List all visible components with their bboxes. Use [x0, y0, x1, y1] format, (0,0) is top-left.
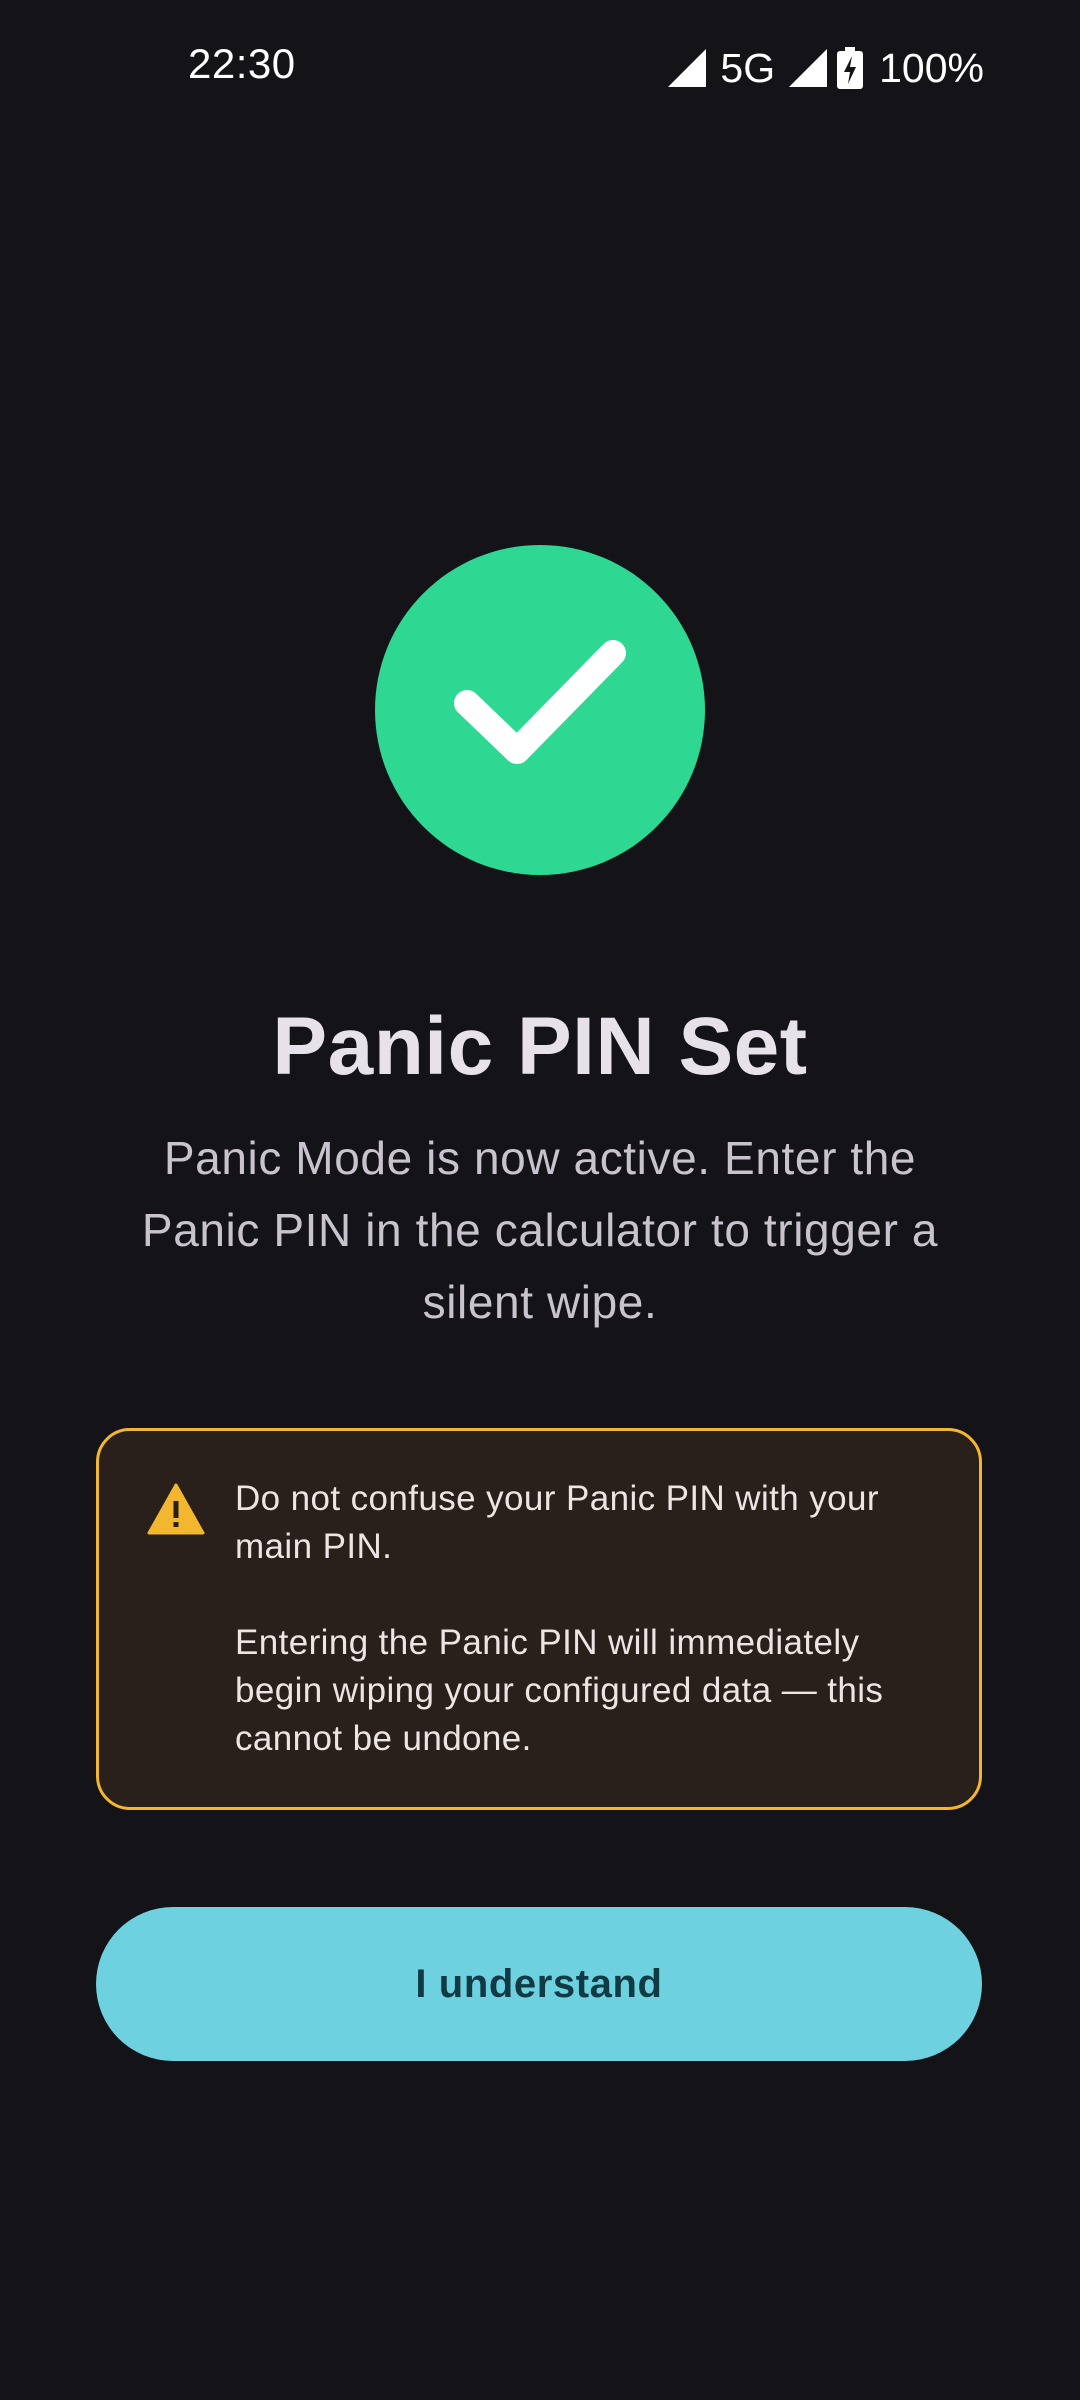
network-type-label: 5G — [720, 44, 776, 91]
status-bar: 22:30 5G 100% — [0, 0, 1080, 136]
panic-pin-set-screen: 22:30 5G 100% Panic PIN Set Panic Mode i… — [0, 0, 1080, 2400]
battery-charging-icon — [837, 47, 864, 89]
warning-card: Do not confuse your Panic PIN with your … — [96, 1428, 982, 1810]
page-title: Panic PIN Set — [272, 1001, 808, 1092]
signal-icon — [789, 49, 828, 87]
page-subtitle: Panic Mode is now active. Enter the Pani… — [141, 1132, 939, 1328]
status-indicators: 5G 100% — [668, 40, 984, 96]
warning-icon — [147, 1483, 205, 1535]
warning-line-1: Do not confuse your Panic PIN with your … — [235, 1479, 879, 1566]
status-time: 22:30 — [188, 40, 296, 87]
i-understand-button[interactable]: I understand — [96, 1907, 982, 2061]
warning-text: Do not confuse your Panic PIN with your … — [235, 1475, 935, 1763]
warning-line-2: Entering the Panic PIN will immediately … — [235, 1623, 884, 1758]
checkmark-icon — [445, 633, 635, 788]
success-badge — [375, 545, 705, 875]
signal-icon — [668, 49, 707, 87]
battery-percentage: 100% — [879, 44, 984, 91]
